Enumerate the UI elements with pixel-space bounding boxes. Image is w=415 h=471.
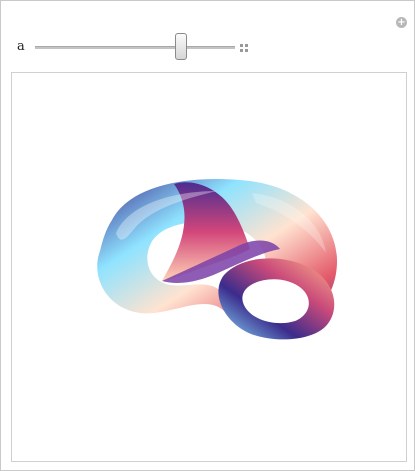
torus-knot-surface xyxy=(97,179,338,340)
slider-thumb[interactable] xyxy=(175,33,187,60)
plot-panel[interactable] xyxy=(11,72,407,462)
manipulate-frame: + a xyxy=(0,0,415,471)
surface-plot[interactable] xyxy=(12,73,406,461)
slider-track[interactable] xyxy=(35,46,235,49)
expand-icon[interactable] xyxy=(240,44,248,52)
slider-label: a xyxy=(17,39,25,54)
plus-circle-icon[interactable]: + xyxy=(396,17,407,28)
